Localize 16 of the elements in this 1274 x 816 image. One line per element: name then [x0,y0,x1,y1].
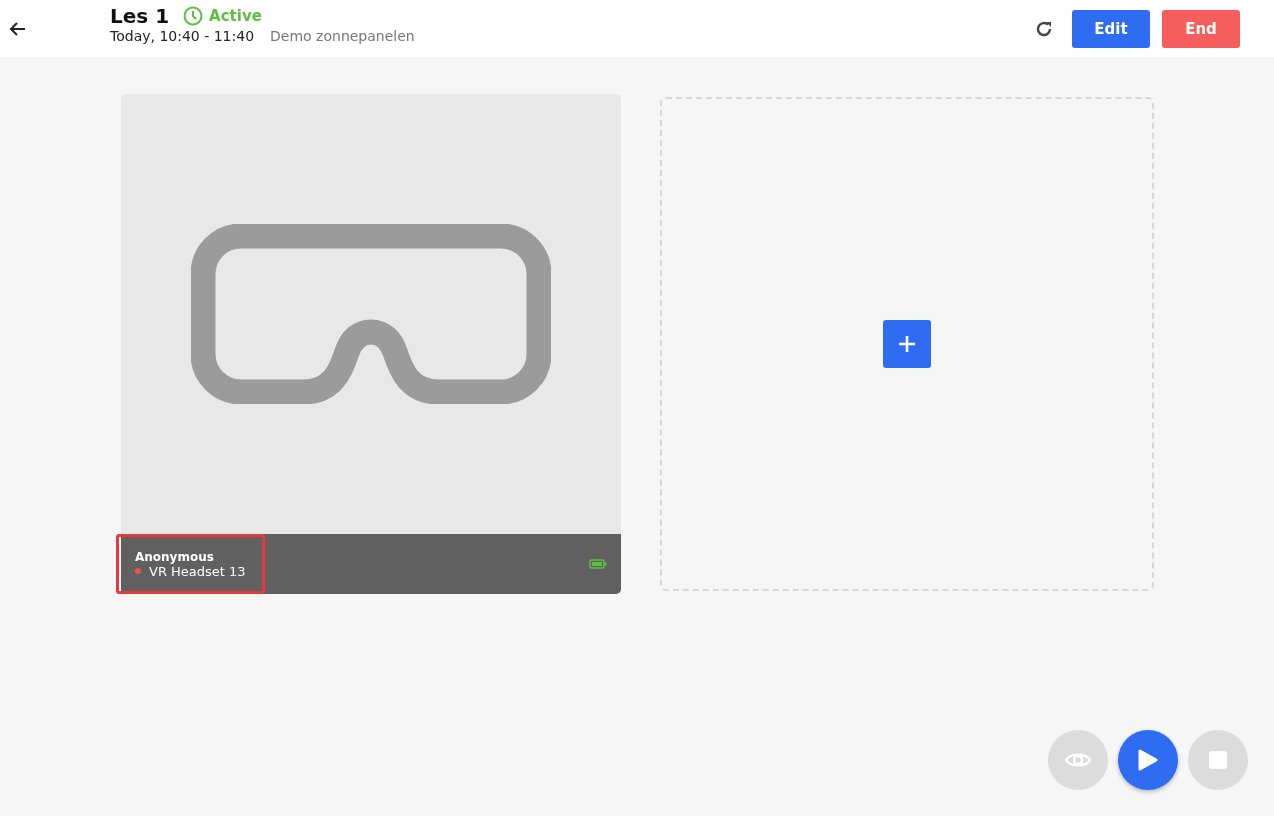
play-icon [1137,748,1159,772]
status-label: Active [209,6,262,25]
edit-button[interactable]: Edit [1072,9,1150,48]
vr-headset-icon [191,224,551,404]
stop-icon [1208,750,1228,770]
play-button[interactable] [1118,730,1178,790]
battery-icon [589,559,607,569]
user-name: Anonymous [135,549,215,564]
lesson-time: Today, 10:40 - 11:40 [110,27,255,44]
device-name: VR Headset 13 [149,563,246,579]
lesson-subtitle: Demo zonnepanelen [270,27,415,44]
lesson-title: Les 1 [110,3,170,28]
plus-icon [898,335,916,353]
clock-icon [183,5,204,26]
add-button[interactable] [883,320,931,368]
end-button[interactable]: End [1162,9,1240,48]
